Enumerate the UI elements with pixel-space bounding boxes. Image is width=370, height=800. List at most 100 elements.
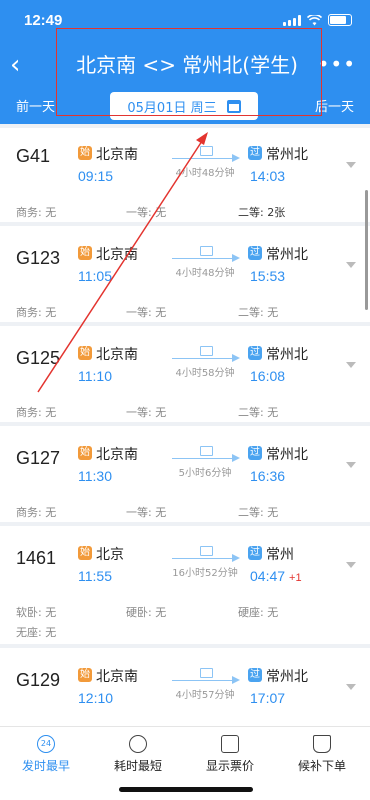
tab-label: 候补下单 [297, 759, 346, 773]
seat-second: 二等: 无 [238, 306, 279, 319]
arrive-time: 16:08 [250, 368, 286, 384]
from-station: 北京 [96, 547, 124, 563]
pass-badge: 过 [248, 446, 262, 460]
route-arrow [172, 554, 240, 562]
back-chevron-icon[interactable]: ‹ [10, 50, 34, 80]
train-card[interactable]: G125 始 北京南 11:10 4小时58分钟 过 常州北 16:08 商务:… [0, 326, 370, 422]
train-card[interactable]: G127 始 北京南 11:30 5小时6分钟 过 常州北 16:36 商务: … [0, 426, 370, 522]
depart-time: 11:30 [78, 468, 112, 484]
duration: 4小时58分钟 [175, 368, 235, 379]
bottom-tab-bar: 24 发时最早 耗时最短 显示票价 候补下单 [0, 726, 370, 800]
train-code: G41 [16, 146, 51, 166]
from-station: 北京南 [96, 347, 138, 363]
chevron-down-icon[interactable] [346, 362, 356, 368]
pass-badge: 过 [248, 146, 262, 160]
seat-first: 一等: 无 [126, 306, 167, 319]
arrive-time: 14:03 [250, 168, 286, 184]
from-station: 北京南 [96, 247, 138, 263]
next-day-button[interactable]: 后一天 [315, 96, 354, 115]
to-station: 常州北 [266, 347, 308, 363]
arrive-time: 16:36 [250, 468, 286, 484]
battery-icon [328, 14, 352, 26]
ticket-icon [200, 146, 213, 156]
scrollbar[interactable] [365, 190, 368, 310]
date-text: 05月01日 周三 [127, 100, 217, 116]
seat-second: 二等: 无 [238, 406, 279, 419]
signal-icon [283, 14, 301, 26]
date-bar: 前一天 05月01日 周三 后一天 [0, 92, 370, 120]
seat-business: 商务: 无 [16, 206, 57, 219]
depart-time: 11:55 [78, 568, 112, 584]
wifi-icon [307, 14, 322, 25]
seat-business: 商务: 无 [16, 406, 57, 419]
route-arrow [172, 154, 240, 162]
duration: 4小时57分钟 [175, 690, 235, 701]
chevron-down-icon[interactable] [346, 562, 356, 568]
tab-label: 显示票价 [205, 759, 254, 773]
route-arrow [172, 354, 240, 362]
pass-badge: 过 [248, 546, 262, 560]
seat-soft-sleeper: 软卧: 无 [16, 606, 57, 619]
status-icons [283, 14, 352, 26]
seat-hard-sleeper: 硬卧: 无 [126, 606, 167, 619]
header: 12:49 ‹ 北京南 <> 常州北(学生) ••• 前一天 05月01日 周三… [0, 0, 370, 124]
train-code: G127 [16, 448, 61, 468]
to-station: 常州北 [266, 147, 308, 163]
train-code: 1461 [16, 548, 57, 568]
next-day-marker: +1 [289, 572, 302, 584]
train-code: G129 [16, 670, 61, 690]
to-station: 常州北 [266, 247, 308, 263]
tab-shortest-duration[interactable]: 耗时最短 [92, 735, 184, 774]
depart-time: 09:15 [78, 168, 114, 184]
seat-hard-seat: 硬座: 无 [238, 606, 279, 619]
ticket-icon [200, 546, 213, 556]
status-time: 12:49 [24, 11, 63, 29]
train-code: G125 [16, 348, 61, 368]
tab-waitlist-order[interactable]: 候补下单 [276, 735, 368, 774]
ticket-icon [200, 246, 213, 256]
start-badge: 始 [78, 546, 92, 560]
prev-day-button[interactable]: 前一天 [16, 96, 55, 115]
train-card[interactable]: G123 始 北京南 11:05 4小时48分钟 过 常州北 15:53 商务:… [0, 226, 370, 322]
from-station: 北京南 [96, 447, 138, 463]
more-icon[interactable]: ••• [318, 52, 356, 76]
to-station: 常州 [266, 547, 294, 563]
train-card[interactable]: G129 始 北京南 12:10 4小时57分钟 过 常州北 17:07 [0, 648, 370, 728]
train-card[interactable]: 1461 始 北京 11:55 16小时52分钟 过 常州 04:47 +1 软卧… [0, 526, 370, 644]
start-badge: 始 [78, 668, 92, 682]
date-picker[interactable]: 05月01日 周三 [110, 92, 258, 120]
start-badge: 始 [78, 146, 92, 160]
route-arrow [172, 676, 240, 684]
chevron-down-icon[interactable] [346, 262, 356, 268]
depart-time: 12:10 [78, 690, 114, 706]
route-arrow [172, 454, 240, 462]
ticket-icon [200, 346, 213, 356]
start-badge: 始 [78, 346, 92, 360]
seat-business: 商务: 无 [16, 306, 57, 319]
seat-first: 一等: 无 [126, 506, 167, 519]
chevron-down-icon[interactable] [346, 684, 356, 690]
calendar-icon [226, 99, 241, 113]
train-card[interactable]: G41 始 北京南 09:15 4小时48分钟 过 常州北 14:03 商务: … [0, 128, 370, 222]
timer-icon [129, 735, 147, 753]
seat-standing: 无座: 无 [16, 626, 57, 639]
tab-label: 耗时最短 [113, 759, 162, 773]
seat-second: 二等: 无 [238, 506, 279, 519]
to-station: 常州北 [266, 669, 308, 685]
tab-earliest-departure[interactable]: 24 发时最早 [0, 735, 92, 774]
depart-time: 11:10 [78, 368, 112, 384]
seat-first: 一等: 无 [126, 206, 167, 219]
to-station: 常州北 [266, 447, 308, 463]
arrive-time: 04:47 +1 [250, 568, 302, 584]
route-title[interactable]: 北京南 <> 常州北(学生) [56, 48, 318, 82]
duration: 4小时48分钟 [175, 268, 235, 279]
home-indicator [119, 787, 253, 792]
cart-icon [313, 735, 331, 753]
train-code: G123 [16, 248, 61, 268]
route-arrow [172, 254, 240, 262]
chevron-down-icon[interactable] [346, 162, 356, 168]
tab-show-price[interactable]: 显示票价 [184, 735, 276, 774]
seat-first: 一等: 无 [126, 406, 167, 419]
chevron-down-icon[interactable] [346, 462, 356, 468]
arrive-time: 15:53 [250, 268, 286, 284]
